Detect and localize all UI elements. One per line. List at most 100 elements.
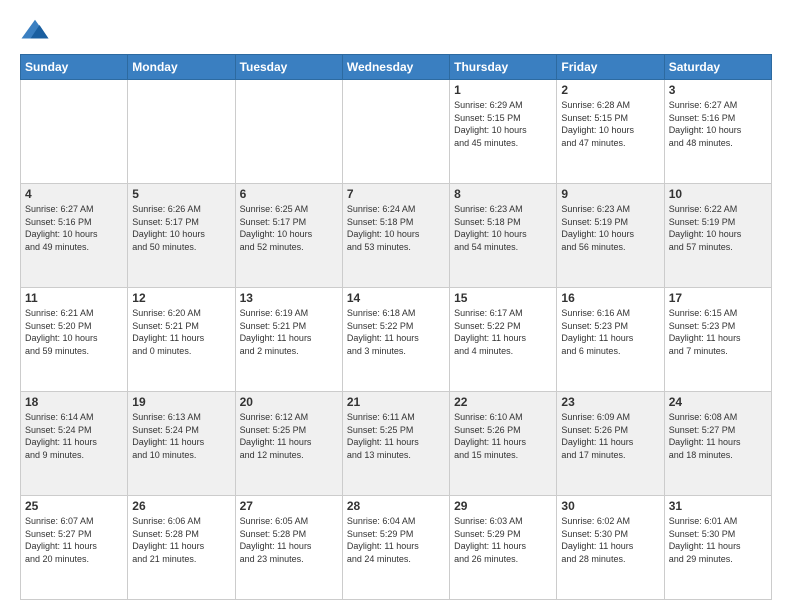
calendar-cell: 24 Sunrise: 6:08 AM Sunset: 5:27 PM Dayli… — [664, 392, 771, 496]
calendar-cell: 25 Sunrise: 6:07 AM Sunset: 5:27 PM Dayli… — [21, 496, 128, 600]
day-info: Sunrise: 6:23 AM Sunset: 5:18 PM Dayligh… — [454, 203, 552, 253]
day-info: Sunrise: 6:01 AM Sunset: 5:30 PM Dayligh… — [669, 515, 767, 565]
day-header: Sunday — [21, 55, 128, 80]
calendar-cell — [21, 80, 128, 184]
header-row: SundayMondayTuesdayWednesdayThursdayFrid… — [21, 55, 772, 80]
calendar-cell: 12 Sunrise: 6:20 AM Sunset: 5:21 PM Dayli… — [128, 288, 235, 392]
calendar-cell: 2Sunrise: 6:28 AM Sunset: 5:15 PM Daylig… — [557, 80, 664, 184]
day-info: Sunrise: 6:26 AM Sunset: 5:17 PM Dayligh… — [132, 203, 230, 253]
calendar-cell: 1 Sunrise: 6:29 AM Sunset: 5:15 PM Daylig… — [450, 80, 557, 184]
day-number: 22 — [454, 395, 552, 409]
day-number: 8 — [454, 187, 552, 201]
calendar-cell — [342, 80, 449, 184]
day-info: Sunrise: 6:04 AM Sunset: 5:29 PM Dayligh… — [347, 515, 445, 565]
day-number: 20 — [240, 395, 338, 409]
page: SundayMondayTuesdayWednesdayThursdayFrid… — [0, 0, 792, 612]
day-number: 31 — [669, 499, 767, 513]
calendar-week: 4 Sunrise: 6:27 AM Sunset: 5:16 PM Daylig… — [21, 184, 772, 288]
day-info: Sunrise: 6:29 AM Sunset: 5:15 PM Dayligh… — [454, 99, 552, 149]
calendar-week: 18 Sunrise: 6:14 AM Sunset: 5:24 PM Dayli… — [21, 392, 772, 496]
day-header: Thursday — [450, 55, 557, 80]
day-number: 27 — [240, 499, 338, 513]
calendar-cell: 20Sunrise: 6:12 AM Sunset: 5:25 PM Dayli… — [235, 392, 342, 496]
calendar-cell — [128, 80, 235, 184]
day-number: 14 — [347, 291, 445, 305]
day-number: 26 — [132, 499, 230, 513]
day-header: Tuesday — [235, 55, 342, 80]
calendar-cell: 17 Sunrise: 6:15 AM Sunset: 5:23 PM Dayli… — [664, 288, 771, 392]
calendar-cell: 30 Sunrise: 6:02 AM Sunset: 5:30 PM Dayli… — [557, 496, 664, 600]
day-info: Sunrise: 6:23 AM Sunset: 5:19 PM Dayligh… — [561, 203, 659, 253]
logo-icon — [20, 16, 50, 46]
day-info: Sunrise: 6:25 AM Sunset: 5:17 PM Dayligh… — [240, 203, 338, 253]
day-number: 17 — [669, 291, 767, 305]
calendar-cell: 7 Sunrise: 6:24 AM Sunset: 5:18 PM Daylig… — [342, 184, 449, 288]
calendar-week: 25 Sunrise: 6:07 AM Sunset: 5:27 PM Dayli… — [21, 496, 772, 600]
day-info: Sunrise: 6:05 AM Sunset: 5:28 PM Dayligh… — [240, 515, 338, 565]
day-info: Sunrise: 6:06 AM Sunset: 5:28 PM Dayligh… — [132, 515, 230, 565]
day-number: 18 — [25, 395, 123, 409]
day-number: 28 — [347, 499, 445, 513]
day-number: 9 — [561, 187, 659, 201]
day-number: 29 — [454, 499, 552, 513]
day-info: Sunrise: 6:03 AM Sunset: 5:29 PM Dayligh… — [454, 515, 552, 565]
day-number: 12 — [132, 291, 230, 305]
day-number: 25 — [25, 499, 123, 513]
day-number: 15 — [454, 291, 552, 305]
day-number: 5 — [132, 187, 230, 201]
calendar-week: 11 Sunrise: 6:21 AM Sunset: 5:20 PM Dayli… — [21, 288, 772, 392]
calendar-cell: 26 Sunrise: 6:06 AM Sunset: 5:28 PM Dayli… — [128, 496, 235, 600]
day-number: 13 — [240, 291, 338, 305]
day-header: Wednesday — [342, 55, 449, 80]
day-number: 16 — [561, 291, 659, 305]
calendar-cell: 16 Sunrise: 6:16 AM Sunset: 5:23 PM Dayli… — [557, 288, 664, 392]
calendar-cell: 22 Sunrise: 6:10 AM Sunset: 5:26 PM Dayli… — [450, 392, 557, 496]
logo — [20, 16, 54, 46]
day-info: Sunrise: 6:27 AM Sunset: 5:16 PM Dayligh… — [25, 203, 123, 253]
day-header: Friday — [557, 55, 664, 80]
day-info: Sunrise: 6:14 AM Sunset: 5:24 PM Dayligh… — [25, 411, 123, 461]
day-info: Sunrise: 6:27 AM Sunset: 5:16 PM Dayligh… — [669, 99, 767, 149]
day-info: Sunrise: 6:21 AM Sunset: 5:20 PM Dayligh… — [25, 307, 123, 357]
calendar-body: 1 Sunrise: 6:29 AM Sunset: 5:15 PM Daylig… — [21, 80, 772, 600]
day-number: 2 — [561, 83, 659, 97]
day-header: Monday — [128, 55, 235, 80]
day-info: Sunrise: 6:20 AM Sunset: 5:21 PM Dayligh… — [132, 307, 230, 357]
day-number: 3 — [669, 83, 767, 97]
day-info: Sunrise: 6:08 AM Sunset: 5:27 PM Dayligh… — [669, 411, 767, 461]
day-number: 24 — [669, 395, 767, 409]
calendar-cell: 27 Sunrise: 6:05 AM Sunset: 5:28 PM Dayli… — [235, 496, 342, 600]
calendar-cell: 10Sunrise: 6:22 AM Sunset: 5:19 PM Dayli… — [664, 184, 771, 288]
day-info: Sunrise: 6:19 AM Sunset: 5:21 PM Dayligh… — [240, 307, 338, 357]
day-info: Sunrise: 6:18 AM Sunset: 5:22 PM Dayligh… — [347, 307, 445, 357]
day-number: 23 — [561, 395, 659, 409]
header — [20, 16, 772, 46]
calendar-cell: 31 Sunrise: 6:01 AM Sunset: 5:30 PM Dayli… — [664, 496, 771, 600]
day-info: Sunrise: 6:15 AM Sunset: 5:23 PM Dayligh… — [669, 307, 767, 357]
calendar-header: SundayMondayTuesdayWednesdayThursdayFrid… — [21, 55, 772, 80]
calendar-cell: 4 Sunrise: 6:27 AM Sunset: 5:16 PM Daylig… — [21, 184, 128, 288]
day-number: 21 — [347, 395, 445, 409]
day-info: Sunrise: 6:09 AM Sunset: 5:26 PM Dayligh… — [561, 411, 659, 461]
day-info: Sunrise: 6:13 AM Sunset: 5:24 PM Dayligh… — [132, 411, 230, 461]
day-info: Sunrise: 6:24 AM Sunset: 5:18 PM Dayligh… — [347, 203, 445, 253]
day-number: 6 — [240, 187, 338, 201]
day-info: Sunrise: 6:17 AM Sunset: 5:22 PM Dayligh… — [454, 307, 552, 357]
day-number: 4 — [25, 187, 123, 201]
day-number: 11 — [25, 291, 123, 305]
calendar-cell: 3 Sunrise: 6:27 AM Sunset: 5:16 PM Daylig… — [664, 80, 771, 184]
calendar-cell — [235, 80, 342, 184]
day-info: Sunrise: 6:10 AM Sunset: 5:26 PM Dayligh… — [454, 411, 552, 461]
day-number: 30 — [561, 499, 659, 513]
day-info: Sunrise: 6:07 AM Sunset: 5:27 PM Dayligh… — [25, 515, 123, 565]
day-number: 7 — [347, 187, 445, 201]
calendar-cell: 15 Sunrise: 6:17 AM Sunset: 5:22 PM Dayli… — [450, 288, 557, 392]
day-info: Sunrise: 6:02 AM Sunset: 5:30 PM Dayligh… — [561, 515, 659, 565]
day-number: 1 — [454, 83, 552, 97]
calendar-cell: 19 Sunrise: 6:13 AM Sunset: 5:24 PM Dayli… — [128, 392, 235, 496]
day-number: 19 — [132, 395, 230, 409]
calendar-cell: 29 Sunrise: 6:03 AM Sunset: 5:29 PM Dayli… — [450, 496, 557, 600]
calendar-cell: 23 Sunrise: 6:09 AM Sunset: 5:26 PM Dayli… — [557, 392, 664, 496]
day-info: Sunrise: 6:16 AM Sunset: 5:23 PM Dayligh… — [561, 307, 659, 357]
calendar-cell: 13 Sunrise: 6:19 AM Sunset: 5:21 PM Dayli… — [235, 288, 342, 392]
